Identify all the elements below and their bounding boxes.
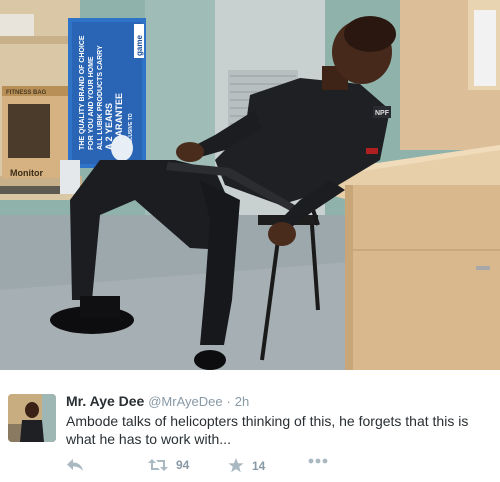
tweet-actions: 94 14 [66, 458, 486, 478]
photo-scene: FITNESS BAG Monitor THE QUALITY BRAND OF… [0, 0, 500, 370]
tweet-time[interactable]: 2h [235, 394, 249, 409]
poster-brand: game [135, 35, 144, 56]
tweet-header: Mr. Aye Dee @MrAyeDee · 2h [66, 393, 249, 409]
separator: · [226, 394, 231, 409]
user-handle[interactable]: @MrAyeDee [148, 394, 222, 409]
tweet-photo[interactable]: FITNESS BAG Monitor THE QUALITY BRAND OF… [0, 0, 500, 370]
retweet-button[interactable]: 94 [148, 458, 189, 472]
favorite-button[interactable]: 14 [228, 458, 265, 473]
poster-line-3: ALL LUBIK PRODUCTS CARRY [97, 45, 104, 150]
box-top-label: FITNESS BAG [6, 90, 47, 96]
box-monitor-label: Monitor [10, 168, 43, 178]
uniform-badge: NPF [375, 110, 390, 117]
display-name[interactable]: Mr. Aye Dee [66, 393, 144, 409]
reply-button[interactable] [66, 458, 84, 472]
poster-line-2: FOR YOU AND YOUR HOME [88, 56, 95, 150]
retweet-icon [148, 459, 168, 471]
more-dots-icon [308, 458, 328, 464]
reply-icon [67, 459, 83, 471]
avatar-image [8, 394, 56, 442]
star-icon [228, 458, 244, 473]
more-button[interactable] [308, 458, 328, 464]
tweet-text: Ambode talks of helicopters thinking of … [66, 413, 469, 447]
avatar[interactable] [8, 394, 56, 442]
favorite-count: 14 [252, 458, 266, 473]
poster-line-1: THE QUALITY BRAND OF CHOICE [79, 35, 86, 150]
retweet-count: 94 [176, 458, 190, 472]
tweet-card: Mr. Aye Dee @MrAyeDee · 2h Ambode talks … [0, 370, 500, 482]
